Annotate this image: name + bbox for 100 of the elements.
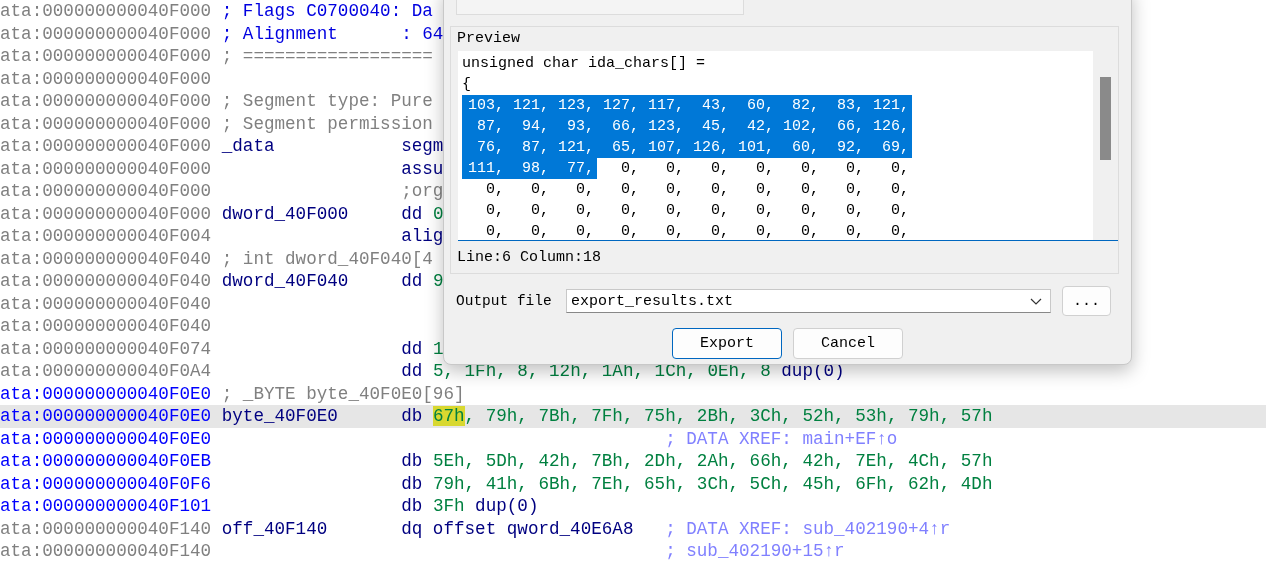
array-value: 69, (867, 137, 912, 158)
array-value: 0, (485, 201, 505, 221)
array-value: 117, (642, 95, 687, 116)
instruction: db 67h, 79h, 7Bh, 7Fh, 75h, 2Bh, 3Ch, 52h, 53h, 79h, 57h (401, 405, 993, 428)
listing-line[interactable]: ata:000000000040F0E0 ; DATA XREF: main+EF↑o (0, 427, 1266, 450)
cursor-position: Line:6 Column:18 (457, 249, 602, 267)
comment: ; Flags C0700040: Da (221, 0, 433, 23)
array-value: 0, (845, 222, 865, 240)
array-value: 0, (620, 201, 640, 221)
code-line: { (462, 76, 471, 93)
array-value: 0, (800, 180, 820, 200)
array-value: 0, (620, 159, 640, 179)
array-value: 0, (755, 180, 775, 200)
listing-line[interactable]: ata:000000000040F0EB db 5Eh, 5Dh, 42h, 7Bh, 2Dh, 2Ah, 66h, 42h, 7Eh, 4Ch, 57h (0, 450, 1266, 473)
array-value: 0, (575, 222, 595, 240)
array-value: 111, (462, 158, 507, 179)
instruction: segm (401, 135, 444, 158)
array-value: 0, (665, 201, 685, 221)
array-value: 126, (867, 116, 912, 137)
instruction: assu (401, 157, 444, 180)
comment: ; ================== (221, 45, 433, 68)
array-value: 0, (710, 201, 730, 221)
xref-comment: ; DATA XREF: sub_402190+4↑r (665, 517, 951, 540)
array-value: 0, (665, 222, 685, 240)
address: ata:000000000040F140 (0, 517, 213, 540)
array-value: 0, (845, 159, 865, 179)
address: ata:000000000040F000 (0, 90, 213, 113)
label-name: _data (221, 135, 276, 158)
listing-line[interactable]: ata:000000000040F140 off_40F140 dq offset qword_40E6A8 ; DATA XREF: sub_402190+4↑r (0, 517, 1266, 540)
dialog-button[interactable]: Export (672, 328, 782, 359)
array-value: 66, (822, 116, 867, 137)
instruction: dq offset qword_40E6A8 (401, 517, 634, 540)
instruction: db 3Fh dup(0) (401, 495, 539, 518)
array-value: 0, (800, 159, 820, 179)
address: ata:000000000040F140 (0, 540, 213, 563)
instruction: db 79h, 41h, 6Bh, 7Eh, 65h, 3Ch, 5Ch, 45h, 6Fh, 62h, 4Dh (401, 472, 993, 495)
array-value: 43, (687, 95, 732, 116)
address: ata:000000000040F000 (0, 202, 213, 225)
array-value: 0, (800, 222, 820, 240)
instruction: ;org (401, 180, 444, 203)
instruction: alig (401, 225, 444, 248)
array-value: 77, (552, 158, 597, 179)
listing-line[interactable]: ata:000000000040F0E0 ; _BYTE byte_40F0E0[96] (0, 382, 1266, 405)
scrollbar[interactable] (1093, 51, 1118, 240)
address: ata:000000000040F040 (0, 315, 213, 338)
comment: ; Segment type: Pure (221, 90, 433, 113)
address: ata:000000000040F000 (0, 45, 213, 68)
output-file-dropdown[interactable]: export_results.txt (566, 289, 1051, 313)
array-value: 42, (732, 116, 777, 137)
array-value: 103, (462, 95, 507, 116)
array-value: 76, (462, 137, 507, 158)
dialog-button[interactable]: Cancel (793, 328, 903, 359)
browse-button[interactable]: ... (1062, 286, 1111, 316)
array-value: 0, (485, 180, 505, 200)
array-value: 0, (665, 159, 685, 179)
preview-text-area[interactable] (458, 51, 1118, 241)
instruction: dd 1 (401, 337, 444, 360)
array-value: 0, (800, 201, 820, 221)
array-value: 102, (777, 116, 822, 137)
xref-comment: ; DATA XREF: main+EF↑o (665, 427, 898, 450)
address: ata:000000000040F040 (0, 247, 213, 270)
array-value: 123, (642, 116, 687, 137)
listing-line[interactable]: ata:000000000040F0F6 db 79h, 41h, 6Bh, 7Eh, 65h, 3Ch, 5Ch, 45h, 6Fh, 62h, 4Dh (0, 472, 1266, 495)
comment: ; Segment permission (221, 112, 433, 135)
array-value: 60, (777, 137, 822, 158)
address: ata:000000000040F000 (0, 22, 213, 45)
array-value: 0, (620, 180, 640, 200)
array-value: 60, (732, 95, 777, 116)
comment: ; int dword_40F040[4 (221, 247, 433, 270)
array-value: 65, (597, 137, 642, 158)
array-value: 101, (732, 137, 777, 158)
address: ata:000000000040F000 (0, 135, 213, 158)
array-value: 0, (530, 201, 550, 221)
array-value: 121, (867, 95, 912, 116)
listing-line[interactable]: ata:000000000040F101 db 3Fh dup(0) (0, 495, 1266, 518)
array-value: 0, (620, 222, 640, 240)
array-value: 123, (552, 95, 597, 116)
scrollbar-thumb[interactable] (1100, 77, 1111, 160)
array-value: 0, (890, 201, 910, 221)
address: ata:000000000040F040 (0, 270, 213, 293)
array-value: 0, (845, 201, 865, 221)
array-value: 0, (755, 222, 775, 240)
array-value: 92, (822, 137, 867, 158)
array-value: 0, (530, 180, 550, 200)
array-value: 0, (575, 201, 595, 221)
label-name: off_40F140 (221, 517, 329, 540)
address: ata:000000000040F004 (0, 225, 213, 248)
array-value: 126, (687, 137, 732, 158)
address: ata:000000000040F000 (0, 157, 213, 180)
array-value: 121, (552, 137, 597, 158)
address: ata:000000000040F000 (0, 180, 213, 203)
address: ata:000000000040F0EB (0, 450, 213, 473)
array-value: 93, (552, 116, 597, 137)
array-value: 0, (710, 180, 730, 200)
address: ata:000000000040F000 (0, 0, 213, 23)
label-name: dword_40F000 (221, 202, 350, 225)
array-value: 0, (890, 180, 910, 200)
listing-line[interactable]: ata:000000000040F140 ; sub_402190+15↑r (0, 540, 1266, 563)
address: ata:000000000040F101 (0, 495, 213, 518)
address: ata:000000000040F0E0 (0, 405, 213, 428)
